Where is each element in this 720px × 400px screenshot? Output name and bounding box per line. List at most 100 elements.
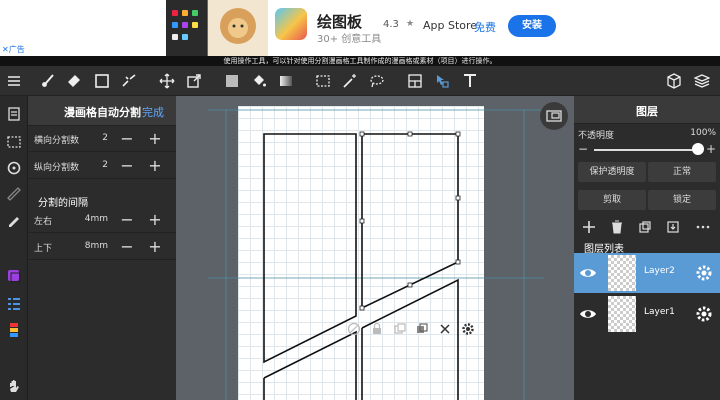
menu-icon[interactable] — [4, 71, 24, 91]
hand-icon[interactable] — [4, 376, 24, 396]
decrement-button[interactable]: − — [116, 236, 138, 258]
select-rect-icon[interactable] — [313, 71, 333, 91]
clip-button-label: 剪取 — [602, 195, 621, 205]
ad-store-label: App Store — [423, 19, 478, 32]
panel-title: 图层 — [636, 105, 658, 118]
decrement-button[interactable]: − — [116, 128, 138, 150]
color-swatch-icon[interactable] — [222, 71, 242, 91]
row-label: 上下 — [34, 244, 53, 254]
pen-tool-icon[interactable] — [4, 210, 24, 230]
eraser-icon[interactable] — [64, 71, 84, 91]
ad-app-subtitle: 30+ 创意工具 — [317, 34, 382, 45]
no-icon[interactable] — [344, 318, 365, 340]
ad-banner[interactable]: 绘图板 30+ 创意工具 4.3 ★ App Store 免费 安装 ✕广告 — [0, 0, 720, 56]
increment-button[interactable]: + — [144, 209, 166, 231]
top-toolbar — [0, 66, 720, 96]
layer-row-layer2[interactable]: Layer2 — [574, 253, 720, 293]
lock-icon[interactable] — [367, 318, 388, 340]
layer-thumbnail — [608, 296, 636, 332]
row-label: 纵向分割数 — [34, 163, 80, 173]
canvas-workspace[interactable] — [176, 96, 574, 400]
magic-wand-icon[interactable] — [340, 71, 360, 91]
opacity-label: 不透明度 — [578, 131, 615, 141]
color-icon[interactable] — [4, 266, 24, 286]
gap-vertical-row: 上下 8mm − + — [28, 234, 176, 260]
opacity-increment-button[interactable]: + — [706, 142, 716, 156]
ruler-icon[interactable] — [4, 184, 24, 204]
decrement-button[interactable]: − — [116, 209, 138, 231]
layer-panel: 图层 不透明度 100% − + 保护透明度 正常 剪取 锁定 图层列表 Lay… — [574, 96, 720, 400]
opacity-slider-handle[interactable] — [692, 143, 704, 155]
blend-mode-select[interactable]: 正常 — [648, 162, 716, 182]
row-value: 4mm — [84, 214, 108, 224]
layer-settings-icon[interactable] — [694, 304, 714, 324]
left-toolbar — [0, 96, 28, 400]
gear-icon[interactable] — [457, 318, 478, 340]
hint-bar: 使用操作工具，可以针对使用分割漫画格工具制作成的漫画格或素材（项目）进行操作。 — [0, 56, 720, 66]
frame-divide-panel: 漫画格自动分割 完成 横向分割数 2 − + 纵向分割数 2 − + 分割的间隔… — [28, 96, 176, 400]
brush-icon[interactable] — [38, 71, 58, 91]
done-button[interactable]: 完成 — [142, 104, 164, 120]
install-button[interactable]: 安装 — [508, 15, 556, 37]
lock-button[interactable]: 锁定 — [648, 190, 716, 210]
ad-price: 免费 — [474, 21, 496, 34]
ad-choices-marker[interactable]: ✕广告 — [2, 44, 25, 55]
ad-rating: 4.3 — [383, 19, 399, 30]
layer-name: Layer2 — [644, 266, 675, 276]
increment-button[interactable]: + — [144, 236, 166, 258]
eye-icon[interactable] — [578, 304, 598, 324]
protect-alpha-button[interactable]: 保护透明度 — [578, 162, 646, 182]
rotate-icon[interactable] — [4, 158, 24, 178]
material-icon[interactable] — [664, 71, 684, 91]
more-icon[interactable] — [694, 218, 712, 236]
decrement-button[interactable]: − — [116, 155, 138, 177]
panel-title: 漫画格自动分割 — [64, 106, 141, 119]
palette-icon[interactable] — [4, 320, 24, 340]
view-toggle-button[interactable] — [540, 102, 568, 130]
layer-settings-icon[interactable] — [694, 263, 714, 283]
layer-stack-icon[interactable] — [692, 71, 712, 91]
row-label: 左右 — [34, 217, 53, 227]
selection-icon[interactable] — [4, 132, 24, 152]
vertical-count-row: 纵向分割数 2 − + — [28, 153, 176, 179]
close-icon[interactable] — [435, 318, 456, 340]
select-pen-icon[interactable] — [119, 71, 139, 91]
frame-divide-icon[interactable] — [405, 71, 425, 91]
clip-button[interactable]: 剪取 — [578, 190, 646, 210]
increment-button[interactable]: + — [144, 155, 166, 177]
lasso-icon[interactable] — [367, 71, 387, 91]
row-value: 8mm — [84, 241, 108, 251]
row-value: 2 — [102, 133, 108, 143]
page-icon[interactable] — [4, 104, 24, 124]
merge-layer-icon[interactable] — [664, 218, 682, 236]
move-icon[interactable] — [157, 71, 177, 91]
transform-icon[interactable] — [184, 71, 204, 91]
floating-action-bar — [344, 318, 480, 340]
row-label: 横向分割数 — [34, 136, 80, 146]
star-icon: ★ — [406, 19, 415, 29]
layer-name: Layer1 — [644, 307, 675, 317]
duplicate-layer-icon[interactable] — [636, 218, 654, 236]
opacity-decrement-button[interactable]: − — [578, 142, 588, 156]
delete-layer-icon[interactable] — [608, 218, 626, 236]
opacity-slider[interactable] — [594, 149, 698, 151]
list-icon[interactable] — [4, 294, 24, 314]
lock-button-label: 锁定 — [672, 195, 691, 205]
bucket-icon[interactable] — [249, 71, 269, 91]
gap-horizontal-row: 左右 4mm − + — [28, 207, 176, 233]
copy-icon[interactable] — [389, 318, 410, 340]
rect-icon[interactable] — [92, 71, 112, 91]
row-value: 2 — [102, 160, 108, 170]
ad-screenshot-palette — [166, 0, 208, 56]
text-icon[interactable] — [460, 71, 480, 91]
increment-button[interactable]: + — [144, 128, 166, 150]
eye-icon[interactable] — [578, 263, 598, 283]
operation-icon[interactable] — [432, 71, 452, 91]
horizontal-count-row: 横向分割数 2 − + — [28, 126, 176, 152]
ad-screenshot-lion — [208, 0, 268, 56]
merge-icon[interactable] — [412, 318, 433, 340]
layer-row-layer1[interactable]: Layer1 — [574, 294, 720, 334]
comic-frames[interactable] — [176, 96, 574, 400]
add-layer-icon[interactable] — [580, 218, 598, 236]
gradient-icon[interactable] — [276, 71, 296, 91]
